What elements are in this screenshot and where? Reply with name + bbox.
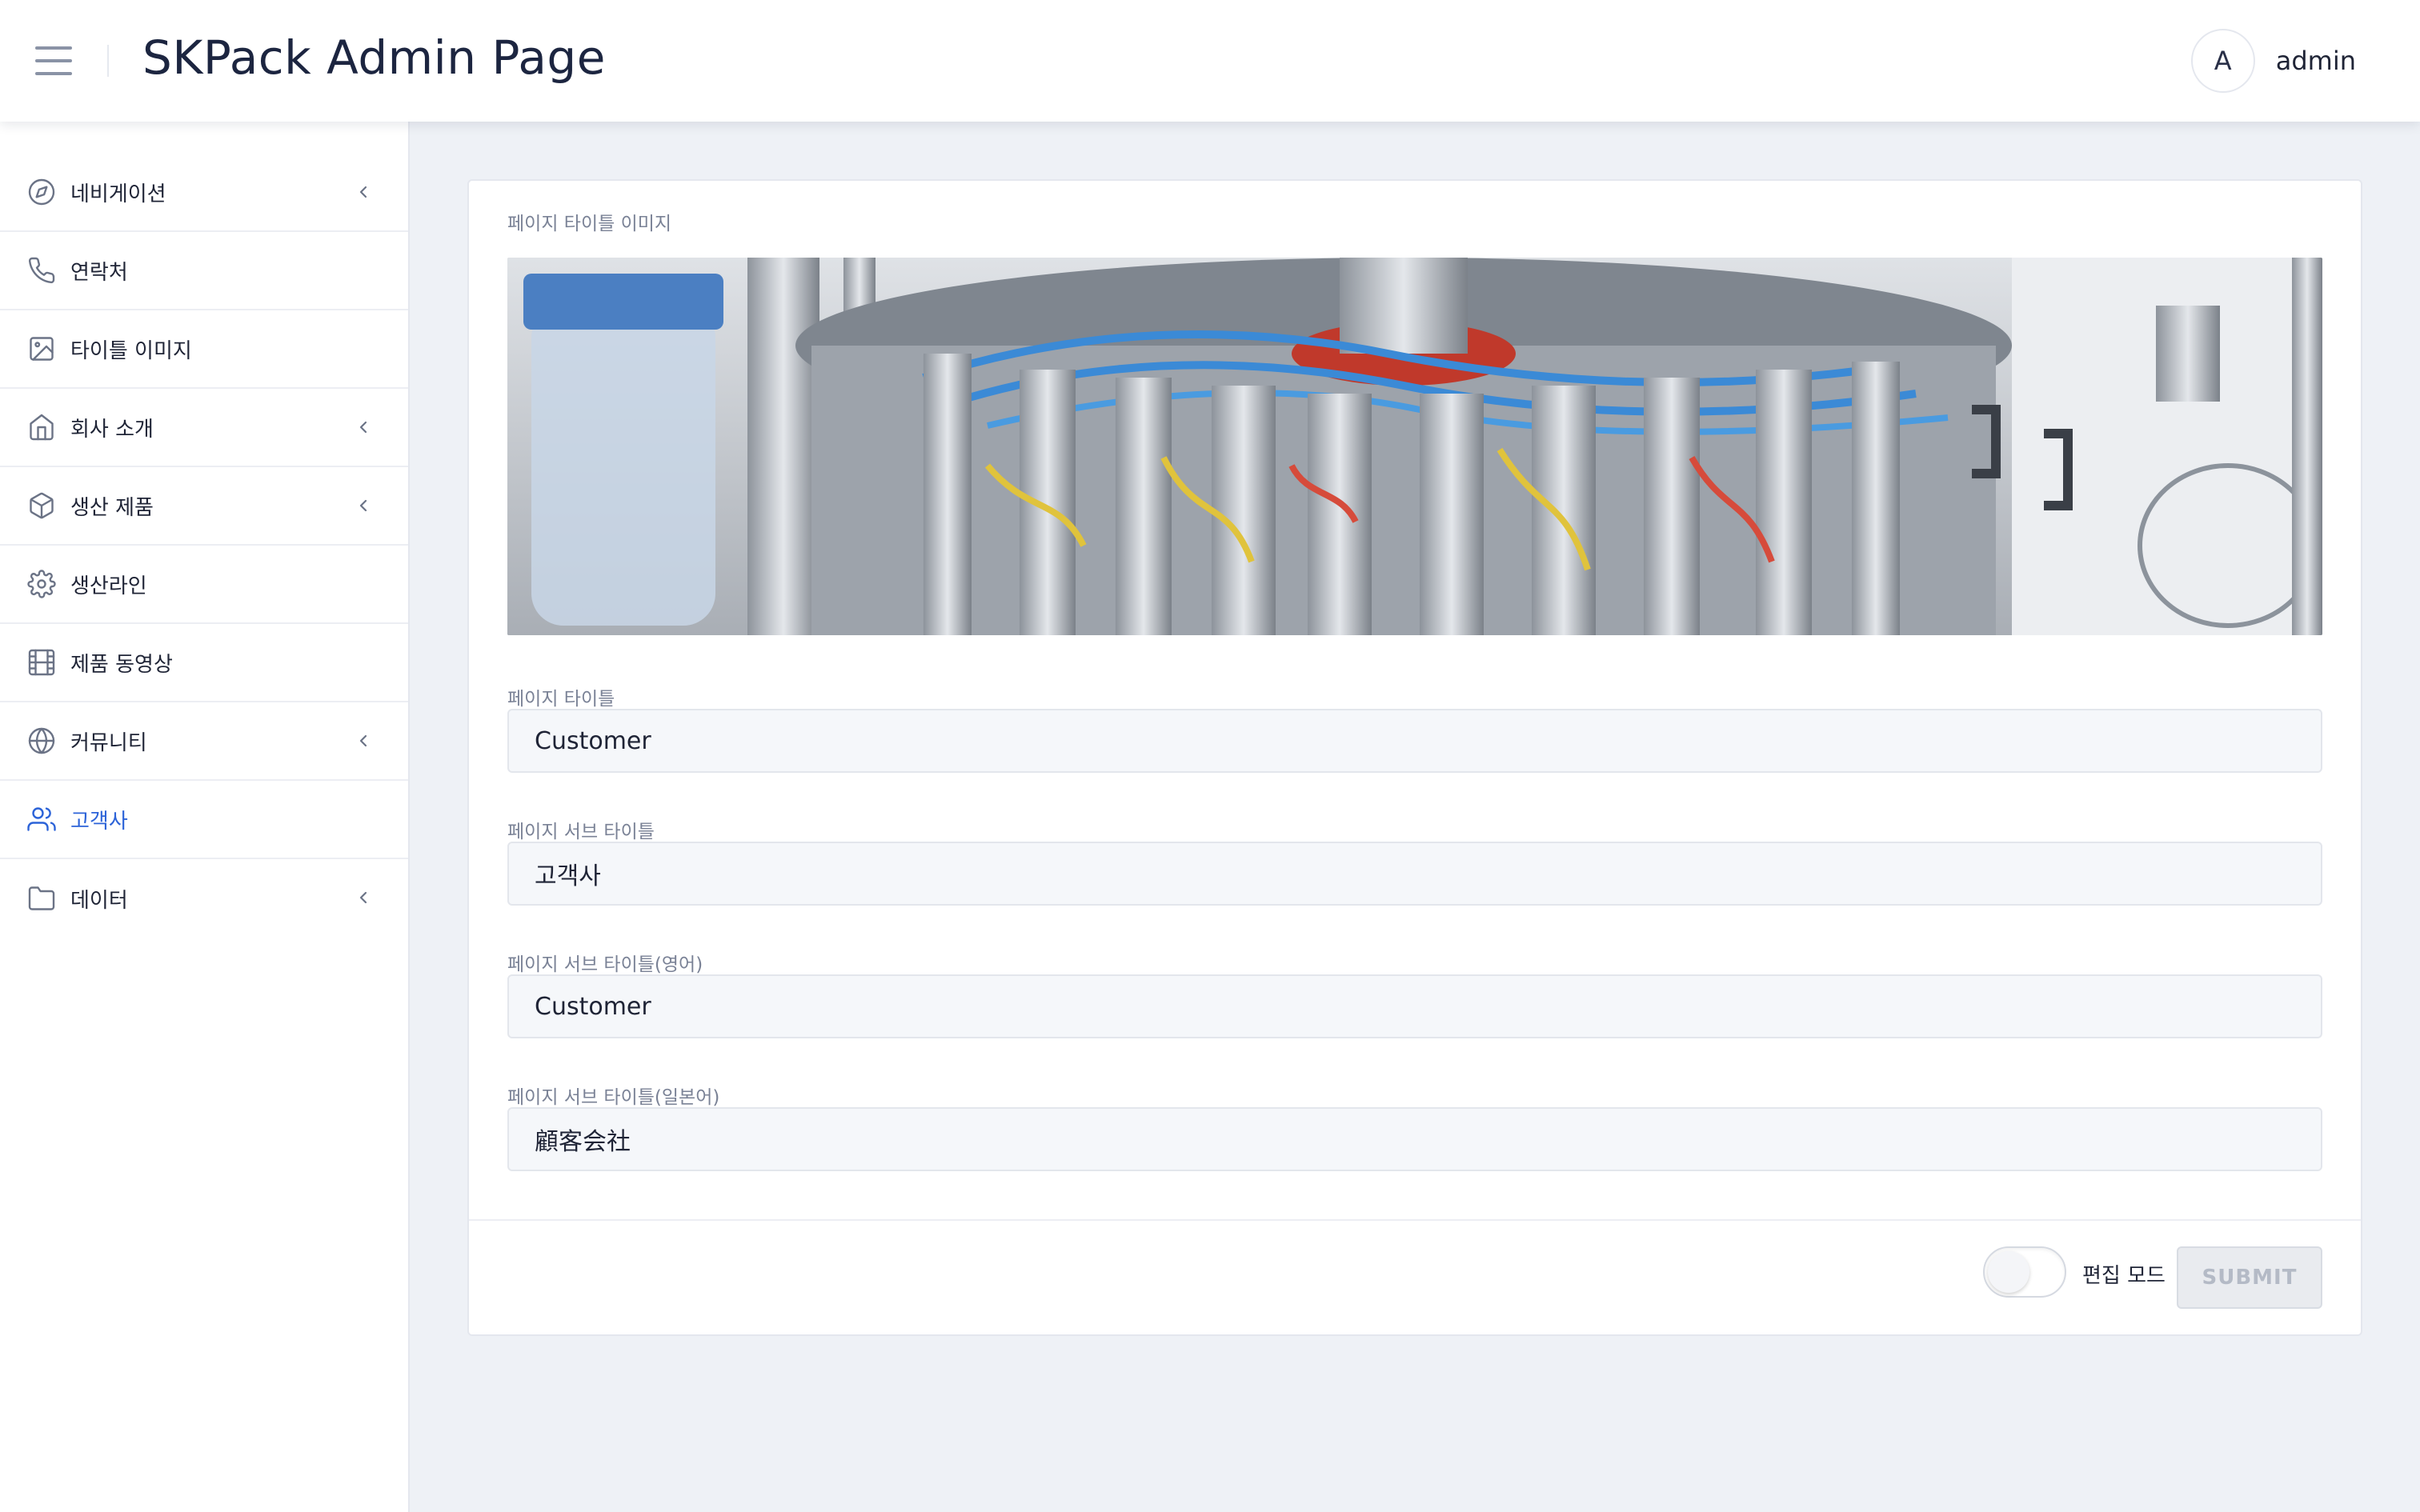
user-menu[interactable]: A admin bbox=[2190, 29, 2356, 93]
avatar[interactable]: A bbox=[2190, 29, 2255, 93]
gear-icon bbox=[27, 570, 56, 598]
sidebar-item-label: 생산 제품 bbox=[70, 495, 154, 520]
sidebar-item-label: 데이터 bbox=[70, 888, 128, 913]
sidebar-item-company[interactable]: 회사 소개 bbox=[0, 389, 408, 467]
page-subtitle-jp-label: 페이지 서브 타이틀(일본어) bbox=[507, 1087, 720, 1108]
chevron-left-icon bbox=[354, 888, 373, 907]
sidebar-item-customers[interactable]: 고객사 bbox=[0, 781, 408, 859]
title-image-label: 페이지 타이틀 이미지 bbox=[507, 214, 672, 234]
page-subtitle-en-input[interactable] bbox=[507, 974, 2322, 1038]
page-subtitle-jp-input[interactable] bbox=[507, 1107, 2322, 1171]
globe-icon bbox=[27, 726, 56, 755]
edit-mode-label: 편집 모드 bbox=[2082, 1264, 2166, 1288]
chevron-left-icon bbox=[354, 418, 373, 437]
sidebar-item-data[interactable]: 데이터 bbox=[0, 859, 408, 938]
box-icon bbox=[27, 491, 56, 520]
title-image-preview[interactable] bbox=[507, 258, 2322, 635]
chevron-left-icon bbox=[354, 731, 373, 750]
sidebar: 네비게이션 연락처 타이틀 이미지 회사 소개 생산 제품 생산라인 제품 동영… bbox=[0, 122, 410, 1512]
page-title-label: 페이지 타이틀 bbox=[507, 689, 615, 710]
sidebar-item-title-image[interactable]: 타이틀 이미지 bbox=[0, 310, 408, 389]
sidebar-item-community[interactable]: 커뮤니티 bbox=[0, 702, 408, 781]
sidebar-item-label: 고객사 bbox=[70, 809, 128, 834]
phone-icon bbox=[27, 256, 56, 285]
customer-settings-card: 페이지 타이틀 이미지 페이지 타이틀 Customer 페이지 서브 타이틀 … bbox=[467, 179, 2362, 1336]
home-icon bbox=[27, 413, 56, 442]
header-divider bbox=[107, 45, 109, 77]
page-subtitle-en-label: 페이지 서브 타이틀(영어) bbox=[507, 954, 703, 975]
card-footer-divider bbox=[469, 1219, 2361, 1221]
compass-icon bbox=[27, 178, 56, 206]
sidebar-item-products[interactable]: 생산 제품 bbox=[0, 467, 408, 546]
chevron-left-icon bbox=[354, 182, 373, 202]
sidebar-item-label: 커뮤니티 bbox=[70, 730, 147, 755]
submit-button[interactable]: SUBMIT bbox=[2177, 1246, 2322, 1309]
username[interactable]: admin bbox=[2276, 46, 2356, 76]
users-icon bbox=[27, 805, 56, 834]
edit-mode-toggle[interactable] bbox=[1983, 1246, 2066, 1298]
sidebar-item-production-line[interactable]: 생산라인 bbox=[0, 546, 408, 624]
sidebar-item-label: 타이틀 이미지 bbox=[70, 338, 192, 363]
sidebar-item-product-video[interactable]: 제품 동영상 bbox=[0, 624, 408, 702]
image-icon bbox=[27, 334, 56, 363]
folder-icon bbox=[27, 884, 56, 913]
hamburger-menu-icon[interactable] bbox=[35, 46, 72, 75]
top-header: SKPack Admin Page A admin bbox=[0, 0, 2420, 122]
sidebar-item-navigation[interactable]: 네비게이션 bbox=[0, 154, 408, 232]
page-subtitle-input[interactable] bbox=[507, 842, 2322, 906]
chevron-left-icon bbox=[354, 496, 373, 515]
toggle-knob bbox=[1988, 1251, 2029, 1293]
sidebar-item-label: 연락처 bbox=[70, 260, 128, 285]
sidebar-item-label: 생산라인 bbox=[70, 574, 147, 598]
page-subtitle-label: 페이지 서브 타이틀 bbox=[507, 822, 655, 842]
sidebar-item-label: 제품 동영상 bbox=[70, 652, 173, 677]
sidebar-item-label: 회사 소개 bbox=[70, 417, 154, 442]
machine-photo bbox=[507, 258, 2322, 635]
page-title-input[interactable] bbox=[507, 709, 2322, 773]
sidebar-item-label: 네비게이션 bbox=[70, 182, 166, 206]
sidebar-item-contact[interactable]: 연락처 bbox=[0, 232, 408, 310]
film-icon bbox=[27, 648, 56, 677]
app-title: SKPack Admin Page bbox=[142, 30, 606, 85]
